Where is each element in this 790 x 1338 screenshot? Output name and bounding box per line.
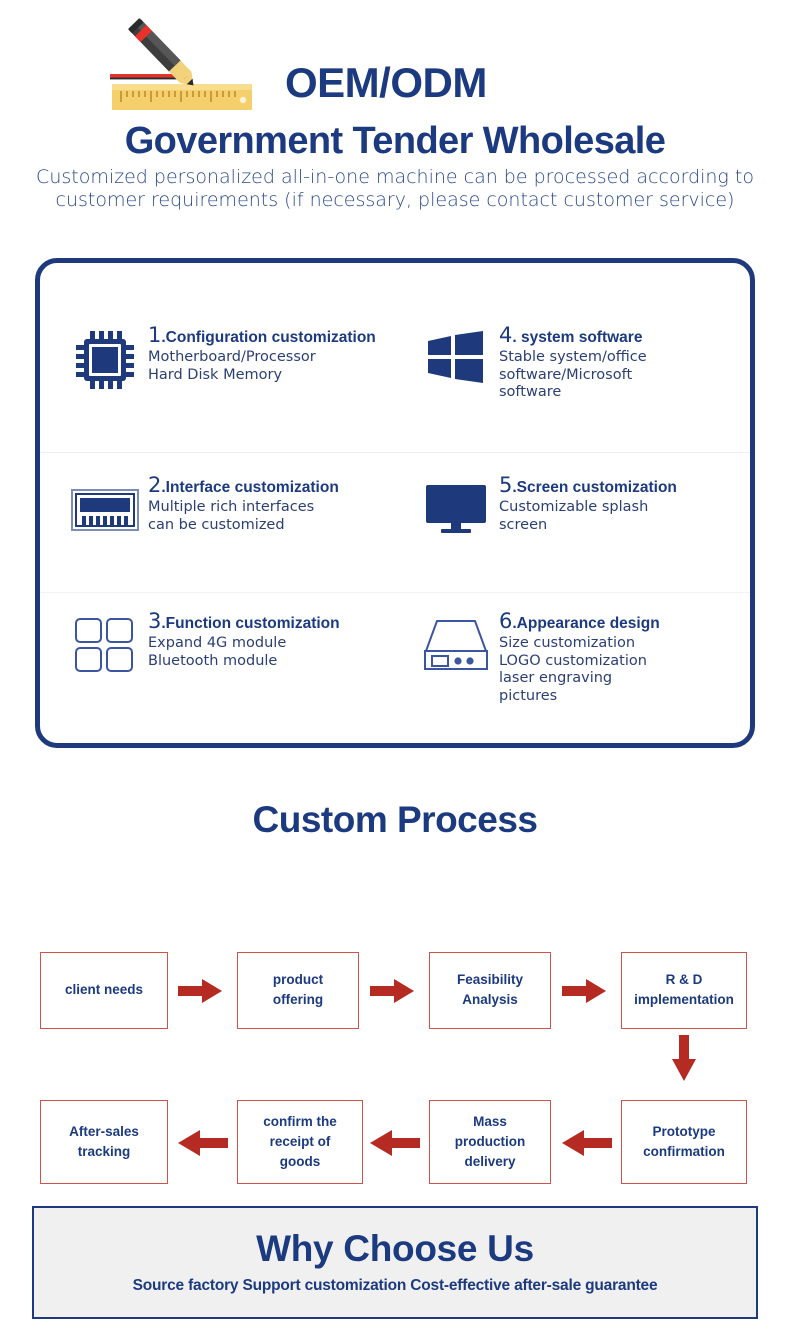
feature-number: 6	[499, 609, 513, 633]
io-port-icon	[62, 475, 148, 592]
feature-number: 4	[499, 323, 513, 347]
flow-step-client-needs[interactable]: client needs	[40, 951, 168, 1029]
page-title: Government Tender Wholesale	[118, 120, 672, 164]
feature-title-text: .Configuration customization	[161, 329, 376, 346]
feature-item-system-software: 4. system software Stable system/office …	[395, 263, 750, 452]
monitor-icon	[413, 475, 499, 592]
process-title-text: Custom Process	[252, 799, 539, 840]
feature-item-configuration: 1.Configuration customization Motherboar…	[40, 263, 395, 452]
pencil-ruler-icon	[110, 12, 270, 117]
feature-row: 3.Function customization Expand 4G modul…	[40, 593, 750, 743]
device-case-icon	[413, 611, 499, 743]
arrow-left-icon-1	[178, 1129, 228, 1156]
process-title-container: Custom Process	[0, 799, 790, 841]
feature-number: 1	[148, 323, 162, 347]
feature-item-function: 3.Function customization Expand 4G modul…	[40, 593, 395, 743]
feature-title: 2.Interface customization	[148, 475, 395, 496]
feature-description: Stable system/office software/Microsoft …	[499, 349, 647, 400]
arrow-left-icon-3	[562, 1129, 612, 1156]
feature-number: 3	[148, 609, 162, 633]
feature-number: 2	[148, 473, 162, 497]
feature-title: 3.Function customization	[148, 611, 395, 632]
feature-title-text: .Screen customization	[512, 479, 677, 496]
arrow-left-icon-2	[370, 1129, 420, 1156]
arrow-right-icon-1	[178, 978, 222, 1003]
feature-number: 5	[499, 473, 513, 497]
process-flow-diagram: client needs product offering Feasibilit…	[0, 853, 790, 1184]
feature-title-text: .Function customization	[161, 615, 340, 632]
flow-step-mass-production[interactable]: Mass production delivery	[429, 1099, 551, 1184]
feature-text: 5.Screen customization Customizable spla…	[499, 475, 750, 592]
main-title-text: Government Tender Wholesale	[124, 120, 666, 162]
feature-text: 2.Interface customization Multiple rich …	[148, 475, 395, 592]
feature-panel: 1.Configuration customization Motherboar…	[35, 258, 755, 748]
flow-step-after-sales-tracking[interactable]: After-sales tracking	[40, 1099, 168, 1184]
why-choose-us-panel: Why Choose Us Source factory Support cus…	[32, 1206, 758, 1319]
feature-item-appearance: 6.Appearance design Size customization L…	[395, 593, 750, 743]
section-title: Custom Process	[244, 799, 546, 841]
feature-item-screen: 5.Screen customization Customizable spla…	[395, 453, 750, 592]
feature-title: 4. system software	[499, 325, 750, 346]
custom-process-section: Custom Process client needs product offe…	[0, 799, 790, 1184]
four-squares-module-icon	[62, 611, 148, 743]
hero-subtitle: Customized personalized all-in-one machi…	[36, 166, 754, 211]
feature-description: Expand 4G module Bluetooth module	[148, 635, 287, 669]
arrow-right-icon-3	[562, 978, 606, 1003]
flow-step-product-offering[interactable]: product offering	[237, 951, 359, 1029]
flow-step-rd-implementation[interactable]: R & D implementation	[621, 951, 747, 1029]
flow-step-feasibility-analysis[interactable]: Feasibility Analysis	[429, 951, 551, 1029]
arrow-down-icon	[672, 1034, 696, 1081]
feature-description: Customizable splash screen	[499, 499, 649, 533]
main-title-container: Government Tender Wholesale	[0, 120, 790, 164]
feature-text: 1.Configuration customization Motherboar…	[148, 325, 395, 452]
feature-text: 3.Function customization Expand 4G modul…	[148, 611, 395, 743]
feature-description: Size customization LOGO customization la…	[499, 635, 647, 704]
feature-title-text: .Appearance design	[512, 615, 660, 632]
feature-description: Multiple rich interfaces can be customiz…	[148, 499, 315, 533]
why-choose-us-subtitle: Source factory Support customization Cos…	[132, 1276, 658, 1294]
feature-title-text: .Interface customization	[161, 479, 339, 496]
feature-title: 6.Appearance design	[499, 611, 750, 632]
cpu-chip-icon	[62, 325, 148, 452]
flow-step-prototype-confirmation[interactable]: Prototype confirmation	[621, 1099, 747, 1184]
arrow-right-icon-2	[370, 978, 414, 1003]
feature-item-interface: 2.Interface customization Multiple rich …	[40, 453, 395, 592]
windows-logo-icon	[413, 325, 499, 452]
hero-section: OEM/ODM Government Tender Wholesale Cust…	[0, 0, 790, 252]
feature-title-text: . system software	[512, 329, 643, 346]
oem-odm-title: OEM/ODM	[285, 59, 487, 106]
feature-row: 1.Configuration customization Motherboar…	[40, 263, 750, 453]
why-choose-us-title: Why Choose Us	[256, 1228, 534, 1270]
flow-step-confirm-receipt[interactable]: confirm the receipt of goods	[237, 1099, 363, 1184]
feature-text: 4. system software Stable system/office …	[499, 325, 750, 452]
feature-title: 1.Configuration customization	[148, 325, 395, 346]
feature-title: 5.Screen customization	[499, 475, 750, 496]
feature-row: 2.Interface customization Multiple rich …	[40, 453, 750, 593]
feature-text: 6.Appearance design Size customization L…	[499, 611, 750, 743]
feature-description: Motherboard/Processor Hard Disk Memory	[148, 349, 316, 383]
